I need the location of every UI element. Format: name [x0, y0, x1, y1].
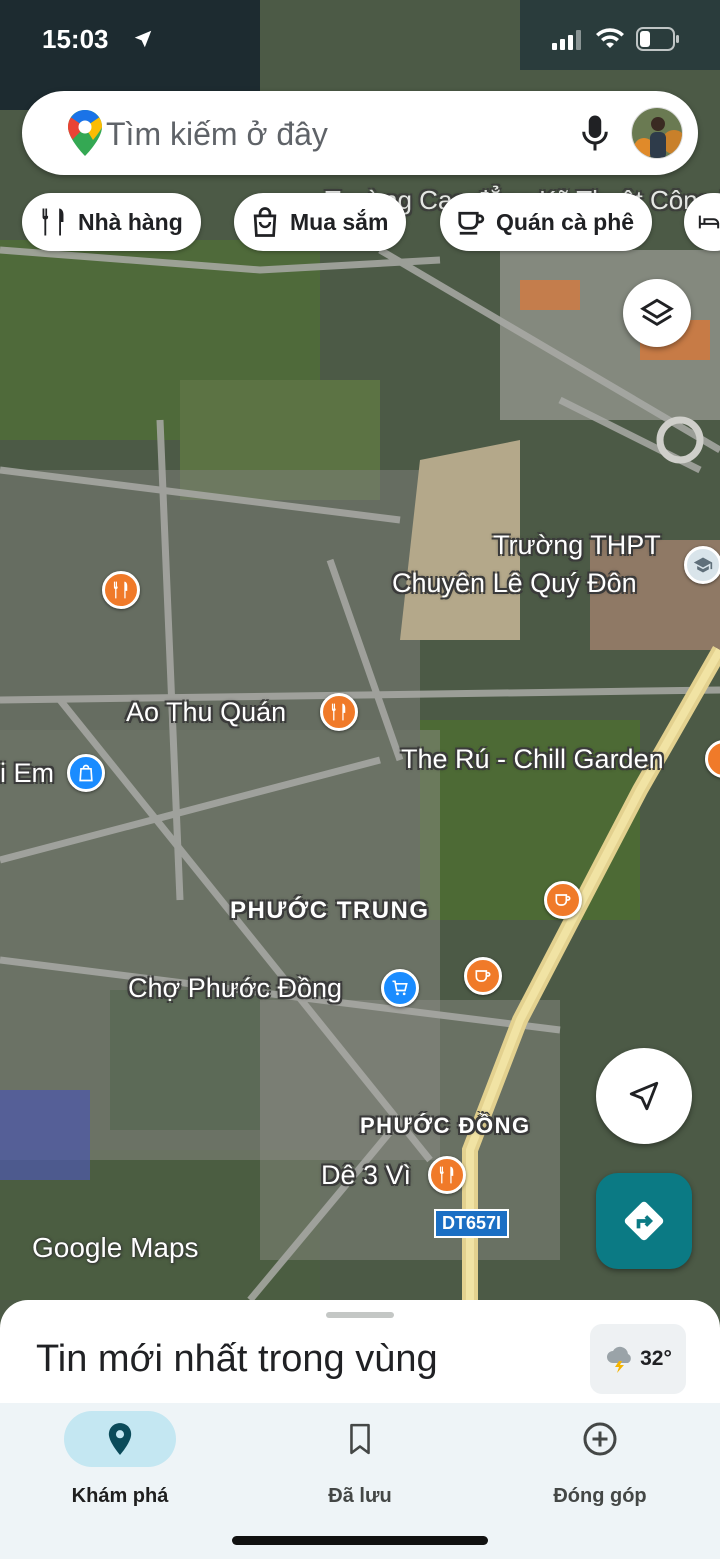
status-bar: 15:03 — [0, 0, 720, 80]
map-label-school-thpt-line2[interactable]: Chuyên Lê Quý Đôn — [392, 568, 637, 599]
nav-saved[interactable]: Đã lưu — [240, 1411, 480, 1508]
fork-knife-icon — [113, 581, 128, 599]
map-label-phuoc-trung: PHƯỚC TRUNG — [230, 897, 430, 924]
de3vi-restaurant-pin[interactable] — [428, 1156, 466, 1194]
map-label-school-thpt-line1[interactable]: Trường THPT — [493, 530, 661, 561]
map-label-em[interactable]: i Em — [0, 758, 54, 789]
coffee-cup-icon — [475, 970, 491, 982]
chip-shopping[interactable]: Mua sắm — [234, 193, 407, 251]
google-maps-logo-icon — [68, 110, 102, 156]
chip-coffee-label: Quán cà phê — [496, 208, 635, 235]
search-placeholder: Tìm kiếm ở đây — [106, 116, 328, 152]
status-time: 15:03 — [42, 24, 109, 54]
avatar-photo-icon — [632, 108, 682, 158]
fork-knife-icon — [439, 1166, 454, 1184]
nav-contribute-pill — [544, 1411, 656, 1467]
cafe-pin-2[interactable] — [464, 957, 502, 995]
sheet-drag-handle[interactable] — [326, 1312, 394, 1318]
nav-explore-label: Khám phá — [71, 1485, 169, 1507]
navigation-arrow-icon — [629, 1081, 659, 1111]
layers-icon — [640, 298, 674, 326]
bed-icon — [698, 215, 720, 229]
nav-contribute[interactable]: Đóng góp — [480, 1411, 720, 1508]
add-circle-icon — [583, 1422, 617, 1456]
microphone-icon[interactable] — [580, 113, 610, 153]
graduation-cap-icon — [693, 557, 713, 573]
chip-shopping-label: Mua sắm — [290, 208, 389, 235]
nav-contribute-label: Đóng góp — [553, 1485, 647, 1507]
location-arrow-icon — [134, 30, 152, 48]
battery-icon — [636, 27, 679, 51]
home-indicator[interactable] — [232, 1536, 488, 1545]
coffee-cup-icon — [458, 211, 485, 235]
nav-explore[interactable]: Khám phá — [0, 1411, 240, 1508]
shopping-bag-icon — [253, 207, 277, 237]
google-maps-watermark: Google Maps — [32, 1232, 199, 1263]
my-location-button[interactable] — [596, 1048, 692, 1144]
coffee-cup-icon — [555, 894, 571, 906]
map-label-cho[interactable]: Chợ Phước Đồng — [128, 973, 342, 1004]
directions-icon — [624, 1201, 664, 1241]
weather-temp: 32° — [640, 1347, 672, 1370]
fork-knife-icon — [331, 703, 346, 721]
map-label-ao-thu[interactable]: Ao Thu Quán — [126, 697, 286, 728]
cellular-signal-icon — [552, 30, 581, 50]
map-label-de3vi[interactable]: Dê 3 Vì — [321, 1160, 411, 1191]
location-pin-icon — [108, 1423, 132, 1455]
restaurant-pin[interactable] — [102, 571, 140, 609]
chip-coffee[interactable]: Quán cà phê — [440, 193, 653, 251]
user-avatar[interactable] — [631, 107, 683, 159]
wifi-icon — [596, 28, 624, 48]
nav-saved-label: Đã lưu — [328, 1485, 392, 1507]
directions-button[interactable] — [596, 1173, 692, 1269]
shopping-pin[interactable] — [67, 754, 105, 792]
nav-explore-pill — [64, 1411, 176, 1467]
layers-button[interactable] — [623, 279, 691, 347]
search-bar[interactable]: Tìm kiếm ở đây — [22, 91, 698, 175]
chip-restaurants-label: Nhà hàng — [78, 208, 183, 235]
fork-knife-icon — [42, 208, 64, 236]
road-sign-dt657: DT657I — [434, 1209, 510, 1238]
nav-saved-pill — [304, 1411, 416, 1467]
market-pin[interactable] — [381, 969, 419, 1007]
weather-badge[interactable]: 32° — [590, 1324, 686, 1394]
map-label-the-ru[interactable]: The Rú - Chill Garden — [401, 744, 664, 775]
chip-restaurants[interactable]: Nhà hàng — [22, 193, 201, 251]
thunderstorm-icon — [607, 1346, 631, 1373]
shopping-bag-icon — [79, 764, 93, 782]
cafe-pin[interactable] — [544, 881, 582, 919]
shopping-cart-icon — [392, 980, 408, 996]
bookmark-icon — [350, 1423, 370, 1455]
school-pin[interactable] — [684, 546, 720, 584]
sheet-title: Tin mới nhất trong vùng — [36, 1338, 438, 1380]
ao-thu-restaurant-pin[interactable] — [320, 693, 358, 731]
map-label-phuoc-dong: PHƯỚC ĐỒNG — [360, 1113, 531, 1138]
